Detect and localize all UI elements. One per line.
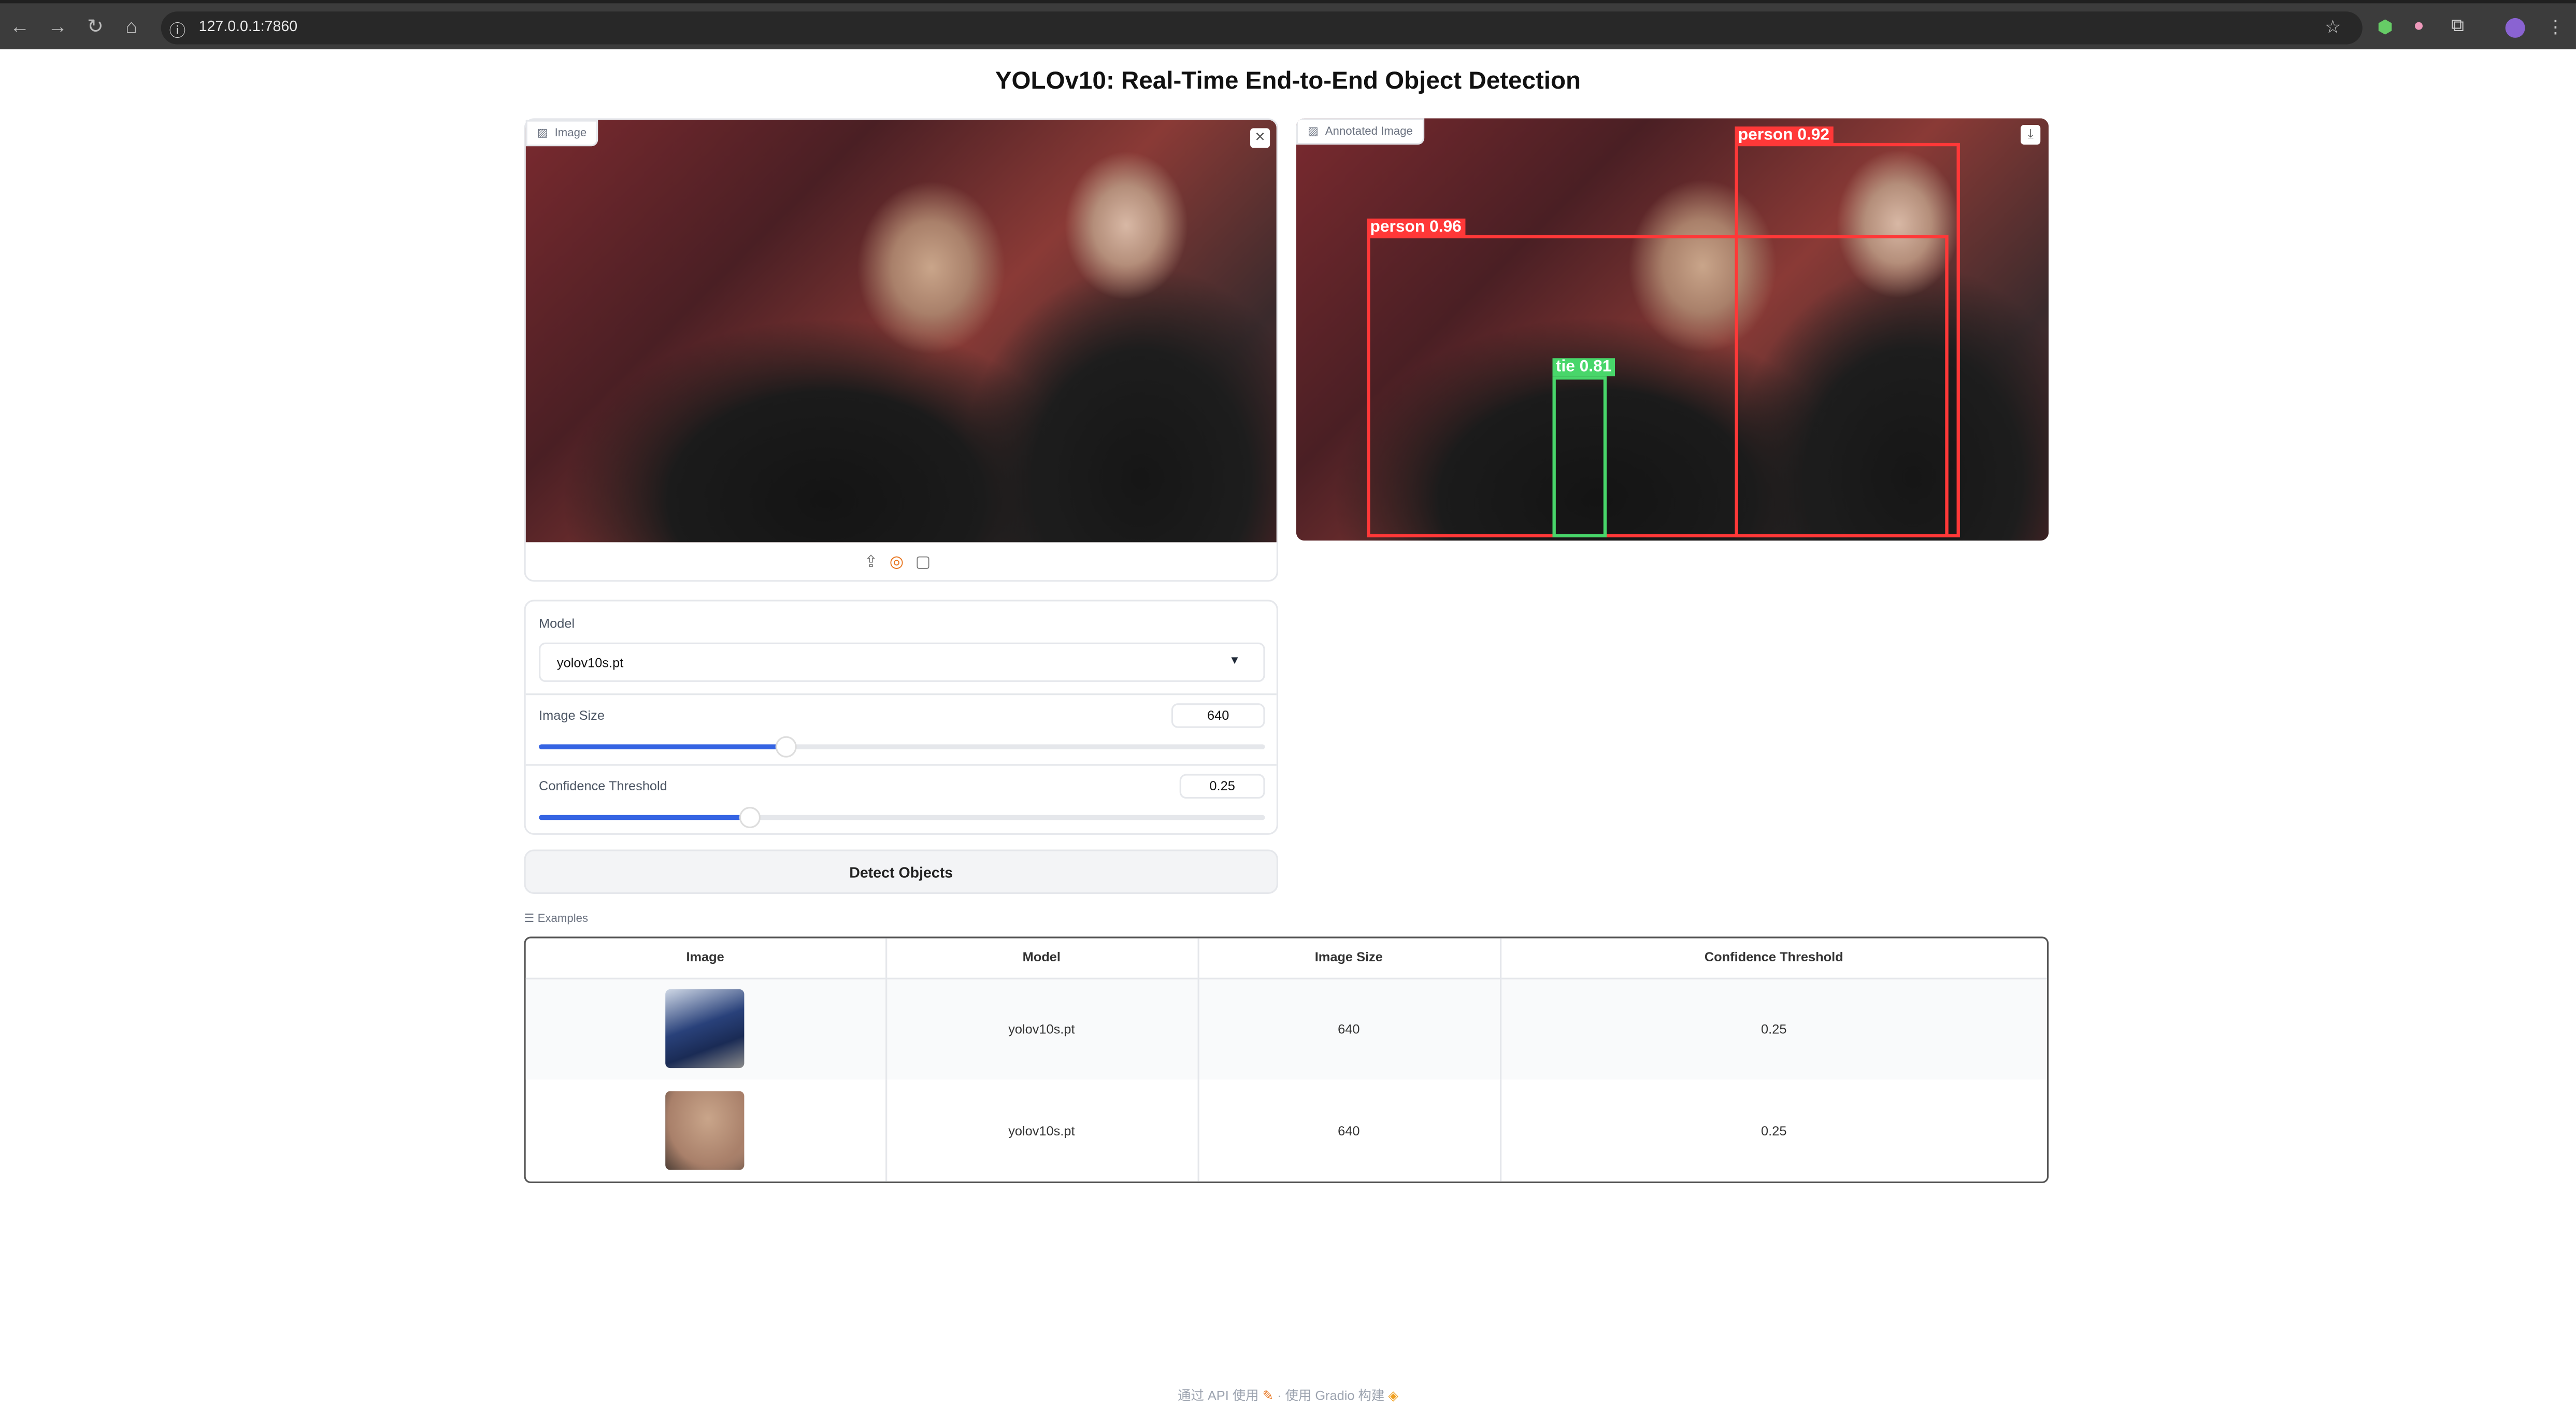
example-row[interactable]: yolov10s.pt 640 0.25 — [525, 1079, 2047, 1182]
site-info-icon[interactable]: ⓘ — [169, 17, 186, 41]
extensions-puzzle-icon[interactable]: ⧉ — [2451, 17, 2464, 38]
download-button[interactable]: ⤓ — [2021, 124, 2041, 145]
back-icon[interactable]: ← — [7, 15, 33, 38]
detection-label: tie 0.81 — [1552, 358, 1615, 377]
input-image — [525, 120, 1277, 543]
example-thumbnail[interactable] — [666, 989, 745, 1069]
profile-avatar[interactable] — [2505, 18, 2525, 38]
clipboard-icon[interactable]: ▢ — [915, 554, 931, 572]
built-with-gradio-link[interactable]: 使用 Gradio 构建 — [1285, 1388, 1385, 1403]
bookmark-star-icon[interactable]: ☆ — [2325, 17, 2341, 38]
list-icon: ☰ — [524, 914, 538, 926]
home-icon[interactable]: ⌂ — [118, 15, 145, 38]
upload-icon[interactable]: ⇪ — [864, 554, 878, 572]
clear-image-button[interactable]: ✕ — [1250, 128, 1270, 148]
use-via-api-link[interactable]: 通过 API 使用 — [1178, 1388, 1258, 1403]
column-header: Image Size — [1197, 938, 1501, 979]
page-title: YOLOv10: Real-Time End-to-End Object Det… — [995, 67, 1581, 95]
column-header: Model — [885, 938, 1199, 979]
annotated-image-panel: person 0.92 person 0.96 tie 0.81 ▨ Annota… — [1296, 118, 2049, 541]
confidence-slider[interactable] — [539, 806, 1265, 829]
chevron-down-icon: ▼ — [1229, 656, 1241, 667]
example-thumbnail[interactable] — [666, 1091, 745, 1170]
detection-label: person 0.96 — [1367, 218, 1465, 237]
extension-icon[interactable]: ⬢ — [2377, 17, 2393, 38]
detection-box — [1367, 235, 1949, 537]
slider-thumb[interactable] — [776, 736, 797, 758]
page: ← → ↻ ⌂ ⓘ 127.0.0.1:7860 ☆ ⬢ ● ⧉ ⋮ YOLOv… — [0, 0, 2576, 1422]
controls-panel: Model yolov10s.pt ▼ Image Size 640 Confi… — [524, 600, 1278, 835]
gradio-logo-icon: ◈ — [1388, 1388, 1398, 1403]
image-size-input[interactable]: 640 — [1171, 703, 1265, 728]
confidence-input[interactable]: 0.25 — [1179, 774, 1265, 799]
footer: 通过 API 使用 ✎ · 使用 Gradio 构建 ◈ — [1178, 1388, 1398, 1403]
example-row[interactable]: yolov10s.pt 640 0.25 — [525, 977, 2047, 1080]
examples-table: Image Model Image Size Confidence Thresh… — [524, 936, 2049, 1184]
examples-label: ☰ Examples — [524, 914, 589, 926]
reload-icon[interactable]: ↻ — [82, 15, 109, 38]
detection-label: person 0.92 — [1735, 126, 1833, 145]
model-label: Model — [539, 616, 575, 631]
detect-objects-button[interactable]: Detect Objects — [524, 849, 1278, 894]
image-label: ▨ Image — [525, 120, 598, 147]
forward-icon[interactable]: → — [45, 15, 71, 38]
slider-thumb[interactable] — [739, 806, 761, 829]
image-icon: ▨ — [1308, 126, 1319, 138]
image-size-slider[interactable] — [539, 736, 1265, 758]
url-text: 127.0.0.1:7860 — [198, 18, 298, 35]
input-image-panel[interactable]: ▨ Image ✕ ⇪ ◎ ▢ — [524, 118, 1278, 582]
column-header: Image — [525, 938, 886, 979]
image-size-label: Image Size — [539, 708, 605, 723]
menu-icon[interactable]: ⋮ — [2546, 17, 2565, 38]
extension-icon[interactable]: ● — [2413, 17, 2424, 36]
column-header: Confidence Threshold — [1500, 938, 2047, 979]
browser-toolbar: ← → ↻ ⌂ ⓘ 127.0.0.1:7860 ☆ ⬢ ● ⧉ ⋮ — [0, 0, 2576, 50]
address-bar[interactable] — [161, 11, 2363, 45]
rocket-icon: ✎ — [1262, 1388, 1277, 1403]
detection-box — [1552, 376, 1607, 537]
image-icon: ▨ — [537, 128, 548, 140]
annotated-image-label: ▨ Annotated Image — [1296, 118, 1425, 145]
webcam-icon[interactable]: ◎ — [890, 554, 904, 572]
confidence-label: Confidence Threshold — [539, 779, 667, 794]
model-dropdown[interactable]: yolov10s.pt ▼ — [539, 642, 1265, 682]
